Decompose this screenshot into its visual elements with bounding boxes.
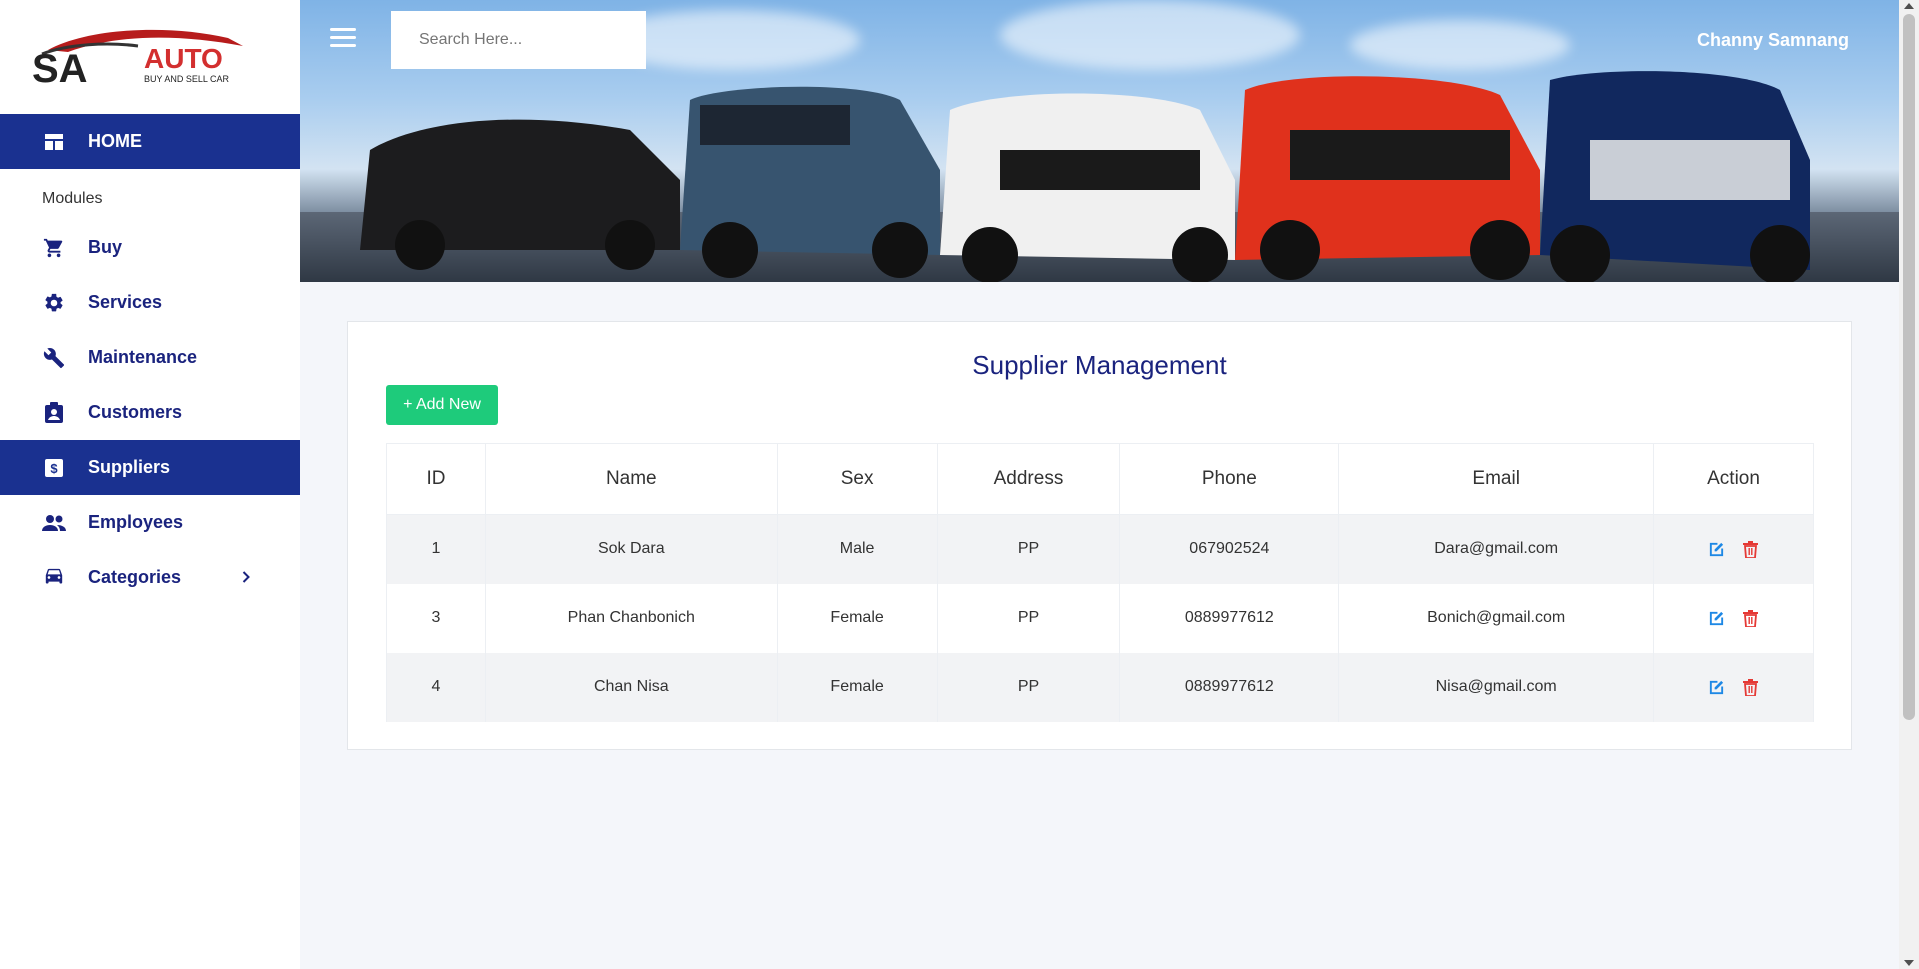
sidebar-item-services[interactable]: Services (0, 275, 300, 330)
cell-sex: Female (776, 652, 938, 722)
column-header-address: Address (936, 443, 1121, 515)
column-header-name: Name (484, 443, 778, 515)
car-icon (42, 566, 66, 590)
cell-address: PP (936, 583, 1121, 653)
supplier-card: Supplier Management + Add New ID Name Se… (347, 321, 1852, 750)
cell-email: Dara@gmail.com (1338, 514, 1655, 584)
logo-graphic: SA AUTO BUY AND SELL CAR (32, 29, 243, 90)
sidebar-item-label: Suppliers (88, 457, 171, 477)
cart-icon (42, 236, 66, 260)
sidebar-item-buy[interactable]: Buy (0, 220, 300, 275)
table-row: 4 Chan Nisa Female PP 0889977612 Nisa@gm… (386, 652, 1814, 722)
gear-icon (42, 291, 66, 315)
sidebar-item-label: Customers (88, 402, 183, 422)
cell-name: Sok Dara (484, 514, 778, 584)
column-header-email: Email (1338, 443, 1655, 515)
dashboard-icon (42, 130, 66, 154)
suppliers-table: ID Name Sex Address Phone Email Action 1… (386, 443, 1814, 722)
hamburger-menu-icon[interactable] (330, 28, 356, 50)
search-input[interactable] (391, 11, 646, 69)
modules-heading: Modules (42, 190, 103, 207)
sidebar-item-label: Services (88, 292, 163, 312)
delete-icon[interactable] (1742, 540, 1760, 558)
scrollbar-thumb[interactable] (1903, 14, 1915, 720)
table-row: 1 Sok Dara Male PP 067902524 Dara@gmail.… (386, 514, 1814, 584)
contact-card-icon (42, 401, 66, 425)
page-scrollbar[interactable] (1899, 0, 1919, 969)
page-title: Supplier Management (972, 350, 1227, 380)
cell-phone: 067902524 (1119, 514, 1340, 584)
column-header-id: ID (386, 443, 486, 515)
cell-name: Chan Nisa (484, 652, 778, 722)
sidebar-item-home[interactable]: HOME (0, 114, 300, 169)
edit-icon[interactable] (1708, 609, 1726, 627)
chevron-right-icon (242, 567, 250, 588)
column-header-sex: Sex (776, 443, 938, 515)
cell-id: 1 (386, 514, 486, 584)
supplier-dollar-icon: $ (42, 456, 66, 480)
sidebar-item-maintenance[interactable]: Maintenance (0, 330, 300, 385)
sidebar-item-categories[interactable]: Categories (0, 550, 300, 605)
table-row: 3 Phan Chanbonich Female PP 0889977612 B… (386, 583, 1814, 653)
cell-sex: Female (776, 583, 938, 653)
delete-icon[interactable] (1742, 678, 1760, 696)
brand-logo[interactable]: SA AUTO BUY AND SELL CAR (0, 0, 300, 114)
cell-id: 4 (386, 652, 486, 722)
cell-actions (1653, 652, 1814, 722)
svg-text:SA: SA (32, 47, 88, 90)
sidebar-item-label: Buy (88, 237, 123, 257)
cell-name: Phan Chanbonich (484, 583, 778, 653)
sidebar-item-employees[interactable]: Employees (0, 495, 300, 550)
cell-actions (1653, 514, 1814, 584)
cell-address: PP (936, 514, 1121, 584)
header-banner: Channy Samnang (300, 0, 1899, 282)
sidebar-item-customers[interactable]: Customers (0, 385, 300, 440)
table-header-row: ID Name Sex Address Phone Email Action (386, 443, 1814, 515)
delete-icon[interactable] (1742, 609, 1760, 627)
svg-text:AUTO: AUTO (144, 43, 223, 74)
column-header-action: Action (1653, 443, 1814, 515)
edit-icon[interactable] (1708, 540, 1726, 558)
svg-text:$: $ (50, 461, 58, 476)
cell-address: PP (936, 652, 1121, 722)
cell-sex: Male (776, 514, 938, 584)
sidebar-item-label: HOME (88, 131, 142, 151)
column-header-phone: Phone (1119, 443, 1340, 515)
people-icon (42, 511, 66, 535)
sidebar-item-label: Employees (88, 512, 184, 532)
cell-id: 3 (386, 583, 486, 653)
cell-email: Nisa@gmail.com (1338, 652, 1655, 722)
cell-actions (1653, 583, 1814, 653)
wrench-icon (42, 346, 66, 370)
sidebar-item-suppliers[interactable]: $ Suppliers (0, 440, 300, 495)
user-name[interactable]: Channy Samnang (1697, 30, 1849, 51)
cell-email: Bonich@gmail.com (1338, 583, 1655, 653)
cell-phone: 0889977612 (1119, 652, 1340, 722)
cell-phone: 0889977612 (1119, 583, 1340, 653)
scroll-down-arrow-icon[interactable] (1904, 960, 1914, 966)
sidebar: SA AUTO BUY AND SELL CAR HOME Modules Bu… (0, 0, 300, 969)
sidebar-item-label: Categories (88, 567, 182, 587)
edit-icon[interactable] (1708, 678, 1726, 696)
svg-text:BUY AND SELL CAR: BUY AND SELL CAR (144, 74, 230, 84)
scroll-up-arrow-icon[interactable] (1904, 3, 1914, 9)
add-new-button[interactable]: + Add New (386, 385, 498, 425)
sidebar-item-label: Maintenance (88, 347, 198, 367)
